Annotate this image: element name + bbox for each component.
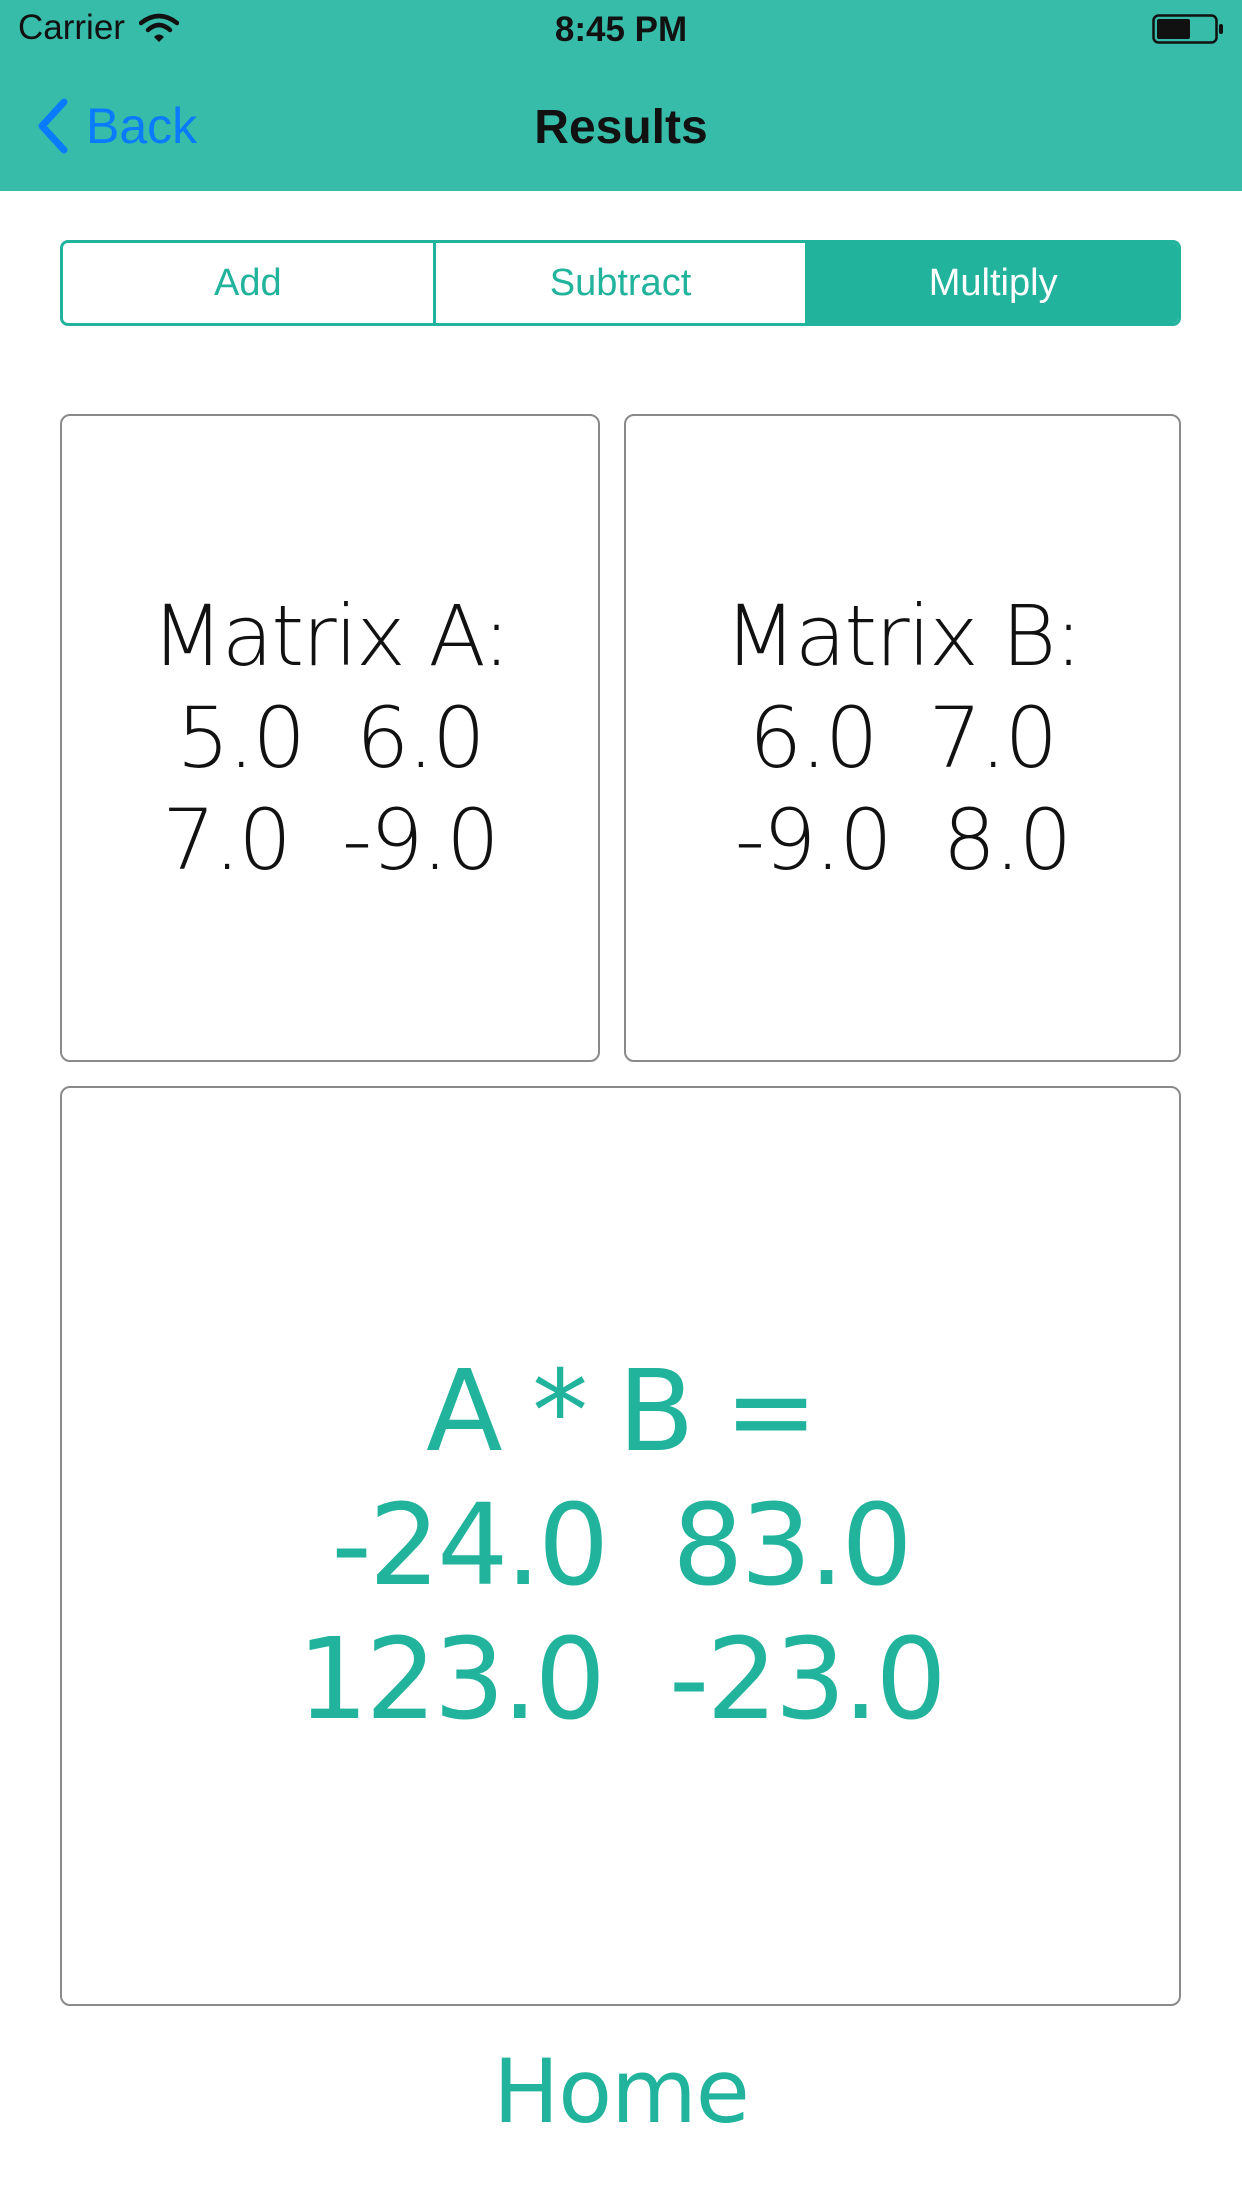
matrix-a-cell: -9.0 (341, 791, 500, 889)
header: Carrier 8:45 PM Back Results (0, 0, 1242, 191)
matrix-b-cell: 8.0 (942, 791, 1073, 889)
matrix-a-title: Matrix A: (151, 587, 510, 685)
status-time: 8:45 PM (554, 10, 688, 49)
navbar: Back Results (0, 60, 1242, 191)
matrix-b-cell: -9.0 (734, 791, 893, 889)
result-cell: -23.0 (668, 1615, 947, 1745)
result-title: A * B = (425, 1347, 818, 1477)
segment-add[interactable]: Add (63, 243, 433, 323)
operation-segmented-control: Add Subtract Multiply (60, 240, 1181, 326)
result-row: -24.0 83.0 (297, 1479, 943, 1613)
matrix-b-row: -9.0 8.0 (724, 789, 1080, 891)
result-content: A * B = -24.0 83.0 123.0 -23.0 (297, 1345, 947, 1747)
matrix-a-content: Matrix A: 5.0 6.0 7.0 -9.0 (151, 585, 510, 891)
matrix-a-row: 5.0 6.0 (151, 687, 508, 789)
home-button[interactable]: Home (0, 2040, 1242, 2143)
result-row: 123.0 -23.0 (297, 1613, 947, 1747)
matrix-b-row: 6.0 7.0 (724, 687, 1080, 789)
status-bar: Carrier 8:45 PM (0, 0, 1242, 60)
matrix-b-card: Matrix B: 6.0 7.0 -9.0 8.0 (624, 414, 1181, 1062)
result-cell: -24.0 (331, 1481, 609, 1611)
result-card: A * B = -24.0 83.0 123.0 -23.0 (60, 1086, 1181, 2006)
result-cell: 123.0 (297, 1615, 606, 1745)
segment-multiply[interactable]: Multiply (805, 243, 1178, 323)
segment-subtract[interactable]: Subtract (432, 243, 806, 323)
matrix-a-card: Matrix A: 5.0 6.0 7.0 -9.0 (60, 414, 600, 1062)
matrix-a-cell: 5.0 (176, 689, 306, 787)
result-cell: 83.0 (672, 1481, 912, 1611)
matrix-b-title: Matrix B: (724, 587, 1082, 685)
matrix-b-cell: 7.0 (928, 689, 1058, 787)
matrix-a-row: 7.0 -9.0 (151, 789, 508, 891)
matrix-a-cell: 6.0 (356, 689, 486, 787)
page-title: Results (534, 101, 708, 154)
matrix-a-cell: 7.0 (162, 791, 292, 889)
battery-icon (1152, 14, 1223, 44)
matrix-b-content: Matrix B: 6.0 7.0 -9.0 8.0 (724, 585, 1082, 891)
matrix-b-cell: 6.0 (748, 689, 879, 787)
